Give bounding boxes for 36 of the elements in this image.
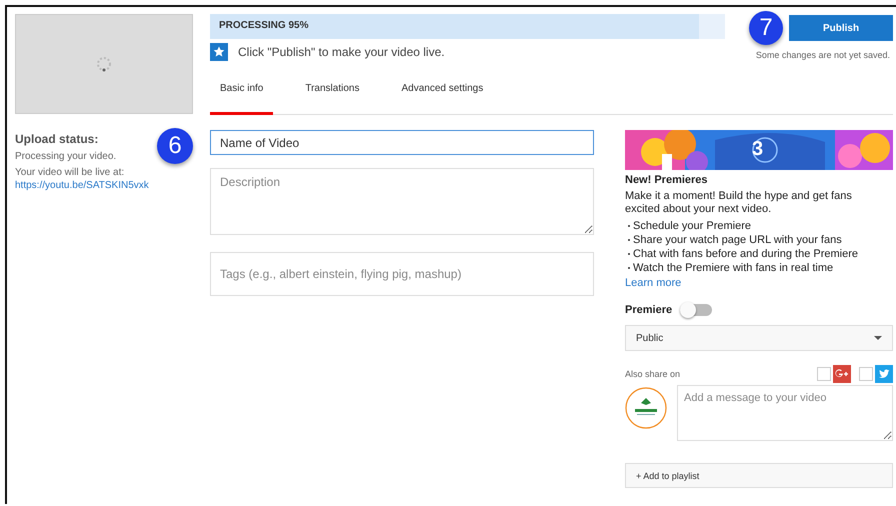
share-checkbox[interactable] bbox=[817, 367, 831, 381]
premiere-label: Premiere bbox=[625, 304, 672, 316]
share-label: Also share on bbox=[625, 369, 680, 379]
progress-label: PROCESSING 95% bbox=[219, 20, 308, 31]
tab[interactable]: Advanced settings bbox=[391, 69, 494, 115]
google-plus-icon bbox=[833, 365, 851, 383]
premiere-feature: Share your watch page URL with your fans bbox=[633, 233, 842, 247]
caret-icon bbox=[874, 336, 882, 340]
learn-more-link[interactable]: Learn more bbox=[625, 277, 893, 289]
premiere-feature: Chat with fans before and during the Premiere bbox=[633, 247, 858, 261]
banner-number: 3 bbox=[752, 138, 764, 161]
visibility-dropdown[interactable]: Public bbox=[625, 325, 893, 351]
status-message: Processing your video. bbox=[15, 151, 118, 162]
premieres-intro: Make it a moment! Build the hype and get fans excited about your next video. bbox=[625, 190, 853, 216]
premiere-feature: Schedule your Premiere bbox=[633, 219, 752, 233]
live-label: Your video will be live at: bbox=[15, 167, 126, 178]
channel-avatar bbox=[625, 387, 667, 429]
tab[interactable]: Translations bbox=[295, 69, 370, 115]
step-badge: 6 bbox=[157, 128, 193, 164]
description-field[interactable]: Description bbox=[210, 168, 594, 235]
save-note: Some changes are not yet saved. bbox=[756, 50, 890, 60]
publish-button[interactable]: Publish bbox=[789, 15, 893, 41]
tags-field[interactable]: Tags (e.g., albert einstein, flying pig, mashup) bbox=[210, 252, 594, 296]
video-link[interactable]: https://youtu.be/SATSKIN5vxk bbox=[15, 180, 157, 191]
title-field[interactable]: Name of Video bbox=[210, 130, 594, 155]
upload-status-title: Upload status: bbox=[15, 132, 100, 146]
add-to-playlist-button[interactable]: + Add to playlist bbox=[625, 463, 893, 488]
tab[interactable]: Basic info bbox=[210, 69, 274, 115]
publish-hint: Click "Publish" to make your video live. bbox=[238, 45, 445, 59]
bird-icon bbox=[875, 365, 893, 383]
step-badge: 7 bbox=[749, 11, 783, 45]
message-field[interactable]: Add a message to your video bbox=[677, 385, 893, 441]
premiere-toggle[interactable] bbox=[680, 304, 712, 316]
premieres-title: New! Premieres bbox=[625, 174, 709, 186]
share-checkbox[interactable] bbox=[859, 367, 873, 381]
premiere-feature: Watch the Premiere with fans in real time bbox=[633, 261, 834, 275]
